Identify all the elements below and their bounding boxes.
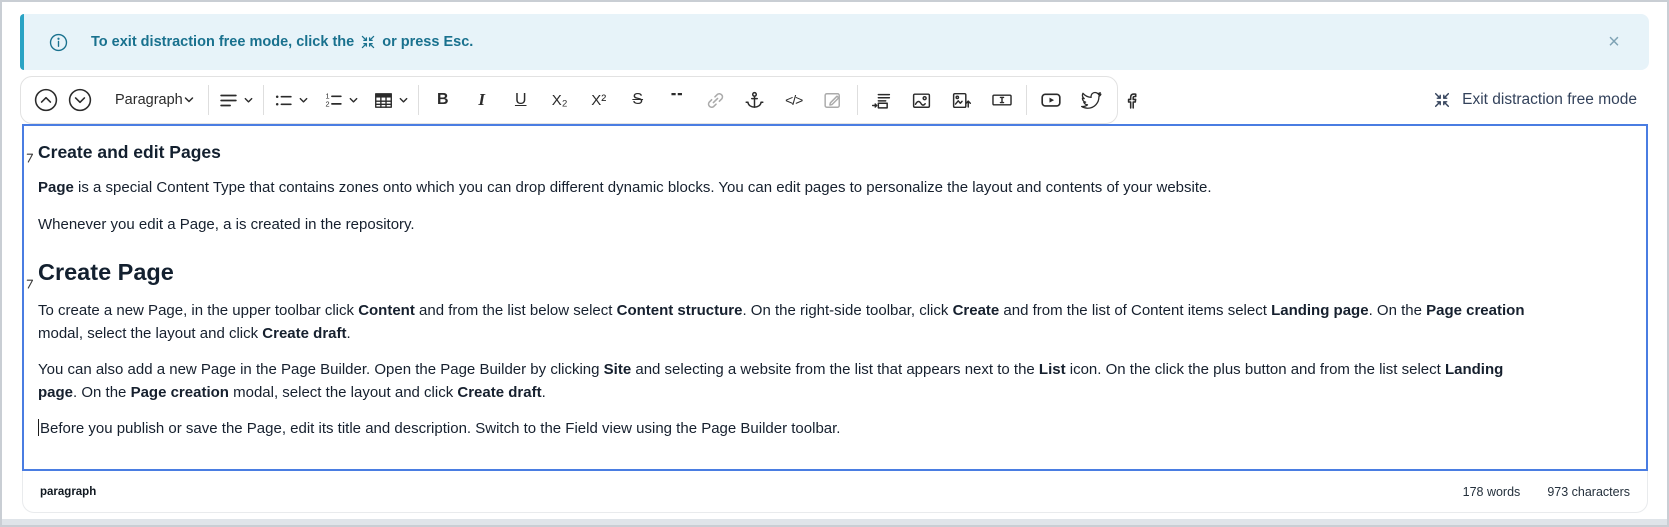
insert-block-icon — [871, 90, 892, 111]
move-up-button[interactable] — [29, 84, 63, 116]
bold-icon: B — [437, 91, 449, 109]
paragraph-format-dropdown[interactable]: Paragraph — [105, 84, 201, 116]
bold-button[interactable]: B — [426, 84, 460, 116]
heading-text: Create and edit Pages — [38, 142, 221, 162]
insert-image-button[interactable] — [905, 84, 939, 116]
paragraph[interactable]: To create a new Page, in the upper toolb… — [38, 300, 1526, 345]
italic-button[interactable]: I — [465, 84, 499, 116]
superscript-icon: X² — [591, 92, 606, 109]
insert-content-button[interactable] — [865, 84, 899, 116]
code-icon: </> — [785, 92, 802, 108]
insert-table-button[interactable] — [371, 84, 411, 116]
banner-message-suffix: or press Esc. — [382, 34, 473, 50]
banner-message-prefix: To exit distraction free mode, click the — [91, 34, 354, 50]
superscript-button[interactable]: X² — [582, 84, 616, 116]
edit-pencil-icon — [822, 90, 843, 111]
text-cursor — [38, 419, 39, 436]
table-icon — [373, 90, 394, 111]
strikethrough-icon: S — [632, 91, 643, 109]
page-bottom-edge — [2, 519, 1667, 525]
anchor-icon — [744, 90, 765, 111]
image-icon — [911, 90, 932, 111]
paragraph[interactable]: You can also add a new Page in the Page … — [38, 359, 1526, 404]
compress-icon — [360, 34, 376, 50]
chevron-down-icon — [398, 95, 409, 106]
toolbar-divider — [418, 85, 419, 115]
image-upload-icon — [951, 90, 972, 111]
edit-source-button[interactable] — [816, 84, 850, 116]
chevron-down-icon — [298, 95, 309, 106]
heading-anchor-marker — [26, 145, 34, 169]
chevron-down-icon — [348, 95, 359, 106]
text-alignment-button[interactable] — [216, 84, 256, 116]
paragraph[interactable]: Before you publish or save the Page, edi… — [38, 418, 1526, 441]
link-button[interactable] — [699, 84, 733, 116]
anchor-button[interactable] — [738, 84, 772, 116]
editor-content-area[interactable]: Create and edit Pages Page is a special … — [22, 124, 1648, 471]
notification-banner: To exit distraction free mode, click the… — [20, 14, 1649, 70]
italic-icon: I — [478, 90, 485, 110]
bulleted-list-button[interactable] — [271, 84, 311, 116]
close-icon[interactable]: × — [1601, 29, 1627, 55]
paragraph-text: Before you publish or save the Page, edi… — [40, 420, 840, 437]
input-field-icon — [991, 89, 1013, 111]
embed-youtube-button[interactable] — [1034, 84, 1068, 116]
info-icon — [48, 32, 69, 53]
toolbar-divider — [1026, 85, 1027, 115]
twitter-icon — [1080, 89, 1102, 111]
paragraph[interactable]: Whenever you edit a Page, a is created i… — [38, 214, 1526, 237]
subscript-icon: X₂ — [552, 92, 568, 109]
youtube-icon — [1040, 89, 1062, 111]
heading-create-page[interactable]: Create Page — [38, 257, 1526, 287]
bulleted-list-icon — [273, 90, 294, 111]
paragraph[interactable]: Page is a special Content Type that cont… — [38, 177, 1526, 200]
underline-button[interactable]: U — [504, 84, 538, 116]
underline-icon: U — [515, 91, 527, 109]
code-button[interactable]: </> — [777, 84, 811, 116]
strikethrough-button[interactable]: S — [621, 84, 655, 116]
svg-text:2: 2 — [325, 99, 329, 108]
chevron-down-icon — [243, 95, 254, 106]
toolbar-divider — [208, 85, 209, 115]
chevron-down-icon — [183, 94, 195, 106]
current-block-type: paragraph — [40, 486, 96, 498]
numbered-list-button[interactable]: 1 2 — [321, 84, 361, 116]
move-down-button[interactable] — [63, 84, 97, 116]
word-count: 178 words — [1463, 485, 1521, 499]
document-counts: 178 words 973 characters — [1463, 485, 1630, 499]
compress-icon — [1433, 91, 1451, 109]
heading-create-and-edit-pages[interactable]: Create and edit Pages — [38, 140, 1526, 164]
blockquote-icon: “ — [669, 93, 684, 107]
toolbar-divider — [263, 85, 264, 115]
editor-toolbar: Paragraph 1 2 — [20, 76, 1118, 124]
embed-twitter-button[interactable] — [1074, 84, 1108, 116]
link-icon — [705, 90, 726, 111]
heading-anchor-marker — [26, 266, 34, 296]
embed-facebook-button[interactable] — [1114, 84, 1148, 116]
character-count: 973 characters — [1547, 485, 1630, 499]
subscript-button[interactable]: X₂ — [543, 84, 577, 116]
banner-message: To exit distraction free mode, click the… — [91, 34, 473, 50]
align-left-icon — [218, 90, 239, 111]
toolbar-divider — [857, 85, 858, 115]
numbered-list-icon: 1 2 — [323, 90, 344, 111]
heading-text: Create Page — [38, 259, 174, 285]
editor-status-bar: paragraph 178 words 973 characters — [22, 471, 1648, 513]
blockquote-button[interactable]: “ — [660, 84, 694, 116]
paragraph-format-value: Paragraph — [115, 92, 183, 108]
upload-image-button[interactable] — [945, 84, 979, 116]
input-field-button[interactable] — [985, 84, 1019, 116]
facebook-icon — [1120, 89, 1142, 111]
distraction-free-editor: To exit distraction free mode, click the… — [0, 0, 1669, 527]
exit-distraction-free-button[interactable]: Exit distraction free mode — [1433, 76, 1637, 124]
exit-distraction-free-label: Exit distraction free mode — [1462, 91, 1637, 109]
